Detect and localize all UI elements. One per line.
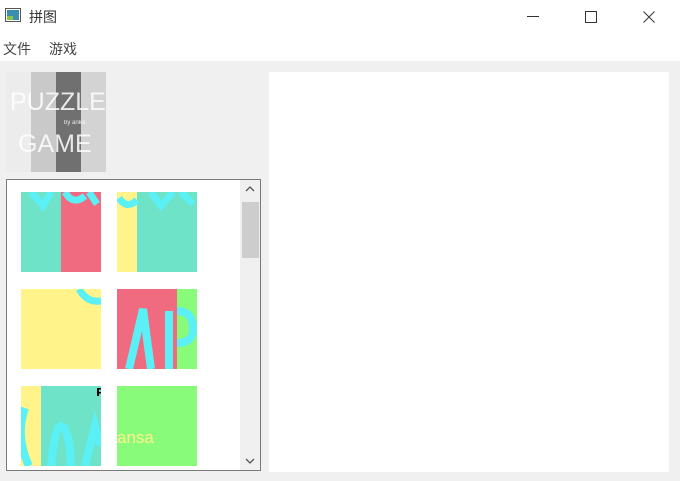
piece-caption: P <box>96 386 101 399</box>
piece-image <box>117 386 197 466</box>
piece-image <box>117 192 197 272</box>
piece-image <box>21 386 101 466</box>
minimize-icon <box>527 16 539 17</box>
minimize-button[interactable] <box>504 0 562 33</box>
app-icon <box>5 8 21 22</box>
chevron-up-icon <box>245 186 255 192</box>
window-title: 拼图 <box>29 10 57 26</box>
puzzle-board[interactable] <box>269 72 669 472</box>
menu-file[interactable]: 文件 <box>3 39 31 59</box>
vertical-scrollbar[interactable] <box>240 180 260 470</box>
piece-caption: ansa <box>117 428 154 447</box>
chevron-down-icon <box>245 458 255 464</box>
maximize-icon <box>585 11 597 23</box>
close-icon <box>643 11 655 23</box>
menu-game[interactable]: 游戏 <box>49 39 77 59</box>
preview-byline: by anka <box>64 120 86 126</box>
puzzle-piece[interactable] <box>117 289 197 369</box>
preview-image: PUZZLE by anka GAME <box>6 72 106 172</box>
scroll-down-button[interactable] <box>240 452 260 470</box>
piece-image <box>21 289 101 369</box>
puzzle-piece[interactable] <box>117 192 197 272</box>
scroll-thumb[interactable] <box>242 202 259 258</box>
preview-title-line2: GAME <box>18 130 92 158</box>
title-bar: 拼图 <box>0 0 680 33</box>
maximize-button[interactable] <box>562 0 620 33</box>
preview-title-line1: PUZZLE <box>10 88 106 116</box>
piece-image <box>21 192 101 272</box>
puzzle-piece[interactable] <box>21 192 101 272</box>
scroll-up-button[interactable] <box>240 180 260 198</box>
piece-list[interactable]: P ansa <box>6 179 261 471</box>
menu-bar: 文件 游戏 <box>0 33 680 61</box>
puzzle-piece[interactable]: ansa <box>117 386 197 466</box>
puzzle-piece[interactable]: P <box>21 386 101 466</box>
puzzle-piece[interactable] <box>21 289 101 369</box>
piece-image <box>117 289 197 369</box>
close-button[interactable] <box>620 0 678 33</box>
